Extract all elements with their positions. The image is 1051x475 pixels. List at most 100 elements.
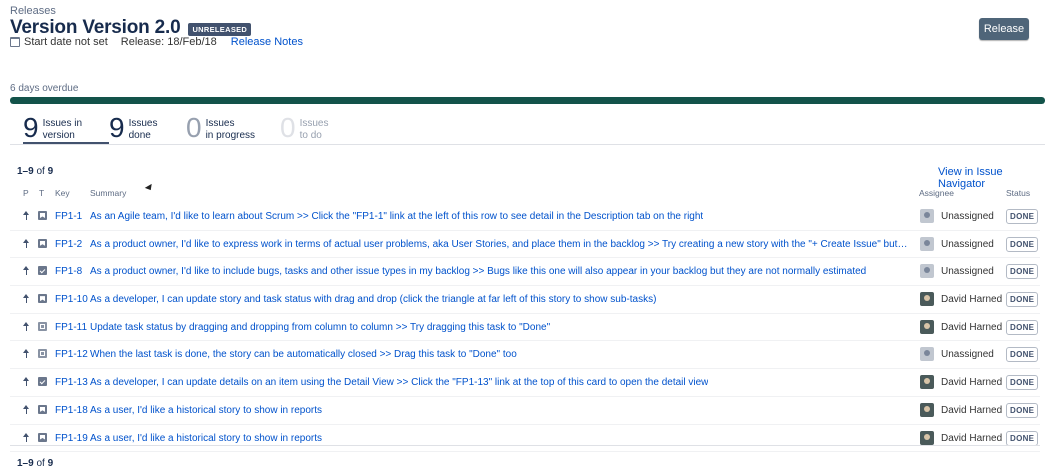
issue-summary-link[interactable]: As a developer, I can update story and t… (90, 294, 656, 305)
task-type-icon (38, 266, 47, 276)
story-type-icon (38, 238, 47, 248)
table-row[interactable]: FP1-8 As a product owner, I'd like to inc… (10, 258, 1040, 287)
assignee-name: David Harned (941, 294, 1003, 306)
issue-summary-link[interactable]: As a product owner, I'd like to express … (90, 239, 910, 250)
issue-summary-link[interactable]: As a product owner, I'd like to include … (90, 266, 866, 277)
progress-fill (10, 97, 1045, 104)
view-in-issue-navigator-link[interactable]: View in Issue Navigator (938, 166, 1051, 190)
table-row[interactable]: FP1-11 Update task status by dragging and… (10, 314, 1040, 342)
issue-key-link[interactable]: FP1-13 (55, 377, 88, 388)
assignee-name: David Harned (941, 432, 1003, 444)
avatar (920, 319, 934, 334)
status-badge: DONE (1006, 236, 1039, 252)
priority-medium-icon (23, 321, 30, 332)
status-badge: DONE (1006, 292, 1039, 308)
table-row[interactable]: FP1-12 When the last task is done, the st… (10, 341, 1040, 370)
assignee-name: David Harned (941, 321, 1003, 333)
issue-key-link[interactable]: FP1-12 (55, 349, 88, 360)
avatar (920, 430, 934, 445)
priority-medium-icon (23, 266, 30, 276)
assignee-name: David Harned (941, 377, 1003, 389)
status-badge: DONE (1006, 264, 1039, 280)
assignee-name: Unassigned (941, 266, 994, 278)
priority-medium-icon (23, 349, 30, 359)
issue-summary-link[interactable]: When the last task is done, the story ca… (90, 349, 517, 360)
status-badge: UNRELEASED (188, 22, 252, 36)
stat-issues-in-progress[interactable]: 0 Issues in progress (186, 113, 280, 144)
table-row[interactable]: FP1-1 As an Agile team, I'd like to learn… (10, 203, 1040, 231)
priority-medium-icon (23, 211, 30, 221)
breadcrumb[interactable]: Releases (10, 5, 56, 17)
avatar (920, 292, 934, 307)
priority-medium-icon (23, 238, 30, 249)
release-notes-link[interactable]: Release Notes (231, 36, 303, 48)
divider (10, 445, 1040, 446)
assignee-name: Unassigned (941, 211, 994, 222)
avatar (920, 209, 934, 223)
issue-key-link[interactable]: FP1-1 (55, 211, 82, 222)
stat-label: Issues to do (299, 118, 329, 141)
column-key[interactable]: Key (55, 188, 70, 198)
table-row[interactable]: FP1-19 As a user, I'd like a historical s… (10, 425, 1040, 453)
column-status[interactable]: Status (1006, 188, 1030, 198)
status-badge: DONE (1006, 319, 1039, 335)
release-meta: Start date not set Release: 18/Feb/18 Re… (10, 36, 303, 48)
status-badge: DONE (1006, 430, 1039, 446)
story-type-icon (38, 211, 47, 220)
release-date: Release: 18/Feb/18 (120, 36, 217, 48)
release-button[interactable]: Release (979, 18, 1029, 40)
avatar (920, 347, 934, 362)
issue-key-link[interactable]: FP1-10 (55, 294, 88, 305)
stat-label: Issues in progress (205, 118, 256, 141)
story-type-icon (38, 432, 47, 442)
stat-issues-done[interactable]: 9 Issues done (109, 113, 186, 144)
column-priority[interactable]: P (23, 188, 29, 198)
stat-issues-in-version[interactable]: 9 Issues in version (23, 113, 109, 144)
issue-count-bottom: 1–9 of 9 (17, 458, 54, 469)
issue-key-link[interactable]: FP1-19 (55, 433, 88, 444)
priority-medium-icon (23, 377, 30, 387)
stat-label: Issues in version (42, 118, 83, 141)
issue-key-link[interactable]: FP1-18 (55, 405, 88, 416)
issue-table: FP1-1 As an Agile team, I'd like to learn… (10, 203, 1040, 453)
divider (10, 144, 1045, 145)
stat-number: 0 (280, 112, 296, 143)
table-row[interactable]: FP1-10 As a developer, I can update story… (10, 286, 1040, 314)
stat-label: Issues done (128, 118, 158, 141)
stat-number: 0 (186, 112, 202, 143)
table-row[interactable]: FP1-13 As a developer, I can update detai… (10, 369, 1040, 397)
issue-summary-link[interactable]: As a user, I'd like a historical story t… (90, 405, 322, 416)
subtask-type-icon (38, 349, 47, 359)
story-type-icon (38, 294, 47, 304)
table-row[interactable]: FP1-18 As a user, I'd like a historical s… (10, 397, 1040, 425)
table-header: P T Key Summary Assignee Status (0, 188, 1051, 200)
issue-summary-link[interactable]: As a user, I'd like a historical story t… (90, 433, 322, 444)
assignee-name: Unassigned (941, 349, 994, 361)
avatar (920, 402, 934, 417)
issue-key-link[interactable]: FP1-8 (55, 266, 82, 277)
priority-medium-icon (23, 432, 30, 443)
column-summary[interactable]: Summary (90, 188, 126, 198)
overdue-text: 6 days overdue (10, 83, 79, 94)
issue-summary-link[interactable]: As an Agile team, I'd like to learn abou… (90, 211, 703, 222)
avatar (920, 236, 934, 251)
issue-summary-link[interactable]: As a developer, I can update details on … (90, 377, 708, 388)
story-type-icon (38, 404, 47, 414)
start-date: Start date not set (24, 36, 108, 48)
stat-issues-to-do[interactable]: 0 Issues to do (280, 113, 350, 144)
issue-stats: 9 Issues in version 9 Issues done 0 Issues… (23, 113, 350, 144)
assignee-name: Unassigned (941, 238, 994, 250)
avatar (920, 264, 934, 279)
stat-number: 9 (23, 112, 39, 143)
table-row[interactable]: FP1-2 As a product owner, I'd like to exp… (10, 231, 1040, 259)
column-assignee[interactable]: Assignee (919, 188, 954, 198)
status-badge: DONE (1006, 209, 1039, 224)
priority-medium-icon (23, 294, 30, 304)
stat-number: 9 (109, 112, 125, 143)
issue-count-top: 1–9 of 9 (17, 166, 54, 177)
issue-key-link[interactable]: FP1-2 (55, 239, 82, 250)
assignee-name: David Harned (941, 404, 1003, 416)
issue-key-link[interactable]: FP1-11 (55, 322, 87, 333)
column-type[interactable]: T (39, 188, 44, 198)
issue-summary-link[interactable]: Update task status by dragging and dropp… (90, 322, 550, 333)
